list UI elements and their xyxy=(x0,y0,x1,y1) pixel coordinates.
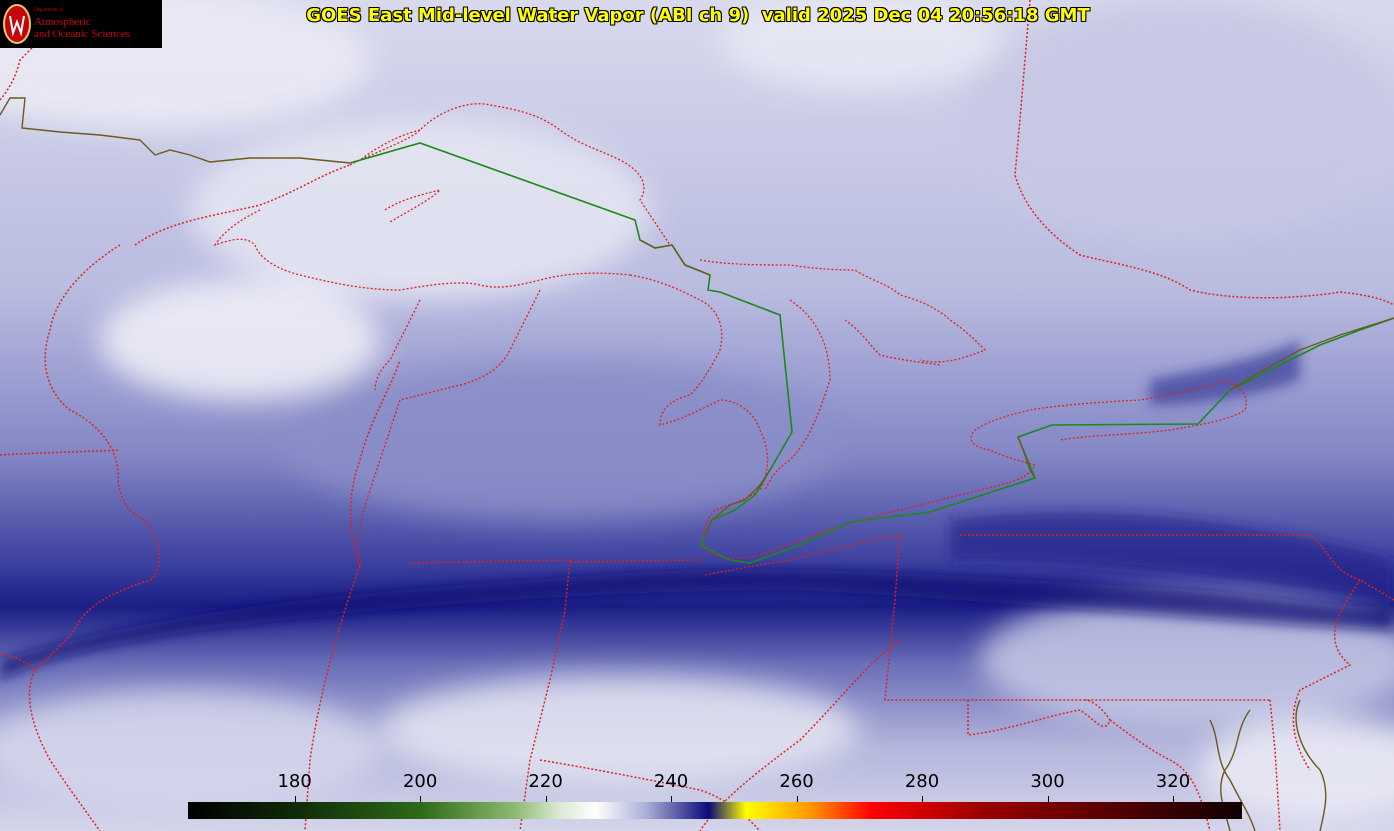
colorbar-tick-label: 200 xyxy=(402,771,438,792)
water-vapor-map xyxy=(0,0,1394,831)
colorbar-tick-label: 300 xyxy=(1030,771,1065,792)
colorbar-tick-label: 260 xyxy=(779,771,814,792)
colorbar xyxy=(188,802,1242,819)
colorbar-tick-label: 180 xyxy=(277,771,312,792)
colorbar-tick-label: 220 xyxy=(528,771,563,792)
colorbar-tick-label: 320 xyxy=(1155,771,1191,792)
image-title: GOES East Mid-level Water Vapor (ABI ch … xyxy=(306,5,1090,26)
colorbar-tick-label: 280 xyxy=(904,771,940,792)
logo-name-line2: and Oceanic Sciences xyxy=(34,28,130,40)
colorbar-tick-label: 240 xyxy=(653,771,689,792)
